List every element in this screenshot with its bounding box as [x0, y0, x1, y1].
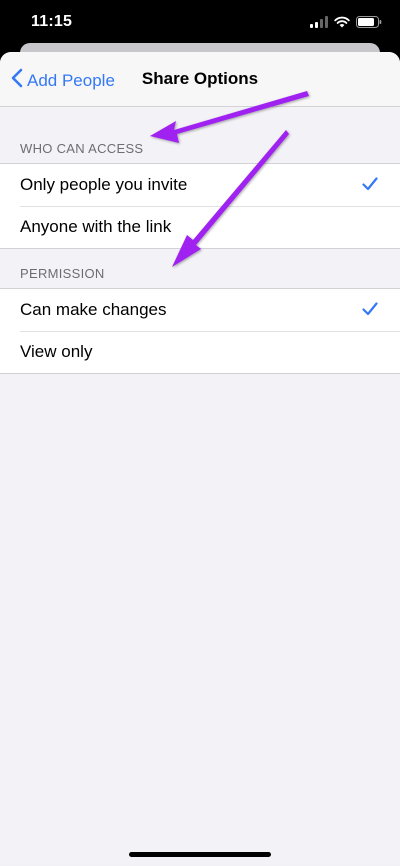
back-button[interactable]: Add People — [11, 68, 115, 93]
section-header-who-can-access: WHO CAN ACCESS — [20, 141, 144, 156]
status-bar: 11:15 — [0, 0, 400, 44]
option-label: Can make changes — [20, 300, 167, 319]
share-options-sheet: Add People Share Options WHO CAN ACCESS … — [0, 52, 400, 866]
checkmark-icon — [362, 301, 378, 322]
cellular-signal-icon — [310, 15, 328, 33]
navigation-bar: Add People Share Options — [0, 52, 400, 107]
option-label: Only people you invite — [20, 175, 188, 194]
wifi-icon — [334, 15, 350, 33]
chevron-left-icon — [11, 68, 23, 93]
section-header-permission: PERMISSION — [20, 266, 105, 281]
home-indicator — [129, 852, 271, 857]
status-icons — [310, 15, 382, 33]
status-time: 11:15 — [31, 13, 73, 30]
who-can-access-group: Only people you invite Anyone with the l… — [0, 163, 400, 249]
option-label: View only — [20, 342, 93, 361]
option-view-only[interactable]: View only — [0, 331, 400, 373]
option-can-make-changes[interactable]: Can make changes — [0, 289, 400, 331]
option-label: Anyone with the link — [20, 217, 172, 236]
back-button-label: Add People — [27, 70, 115, 90]
checkmark-icon — [362, 176, 378, 197]
permission-group: Can make changes View only — [0, 288, 400, 374]
phone-screen: 11:15 Add People Share Options WHO CAN A… — [0, 0, 400, 866]
option-anyone-with-the-link[interactable]: Anyone with the link — [0, 206, 400, 248]
battery-icon — [356, 15, 382, 33]
option-only-people-you-invite[interactable]: Only people you invite — [0, 164, 400, 206]
